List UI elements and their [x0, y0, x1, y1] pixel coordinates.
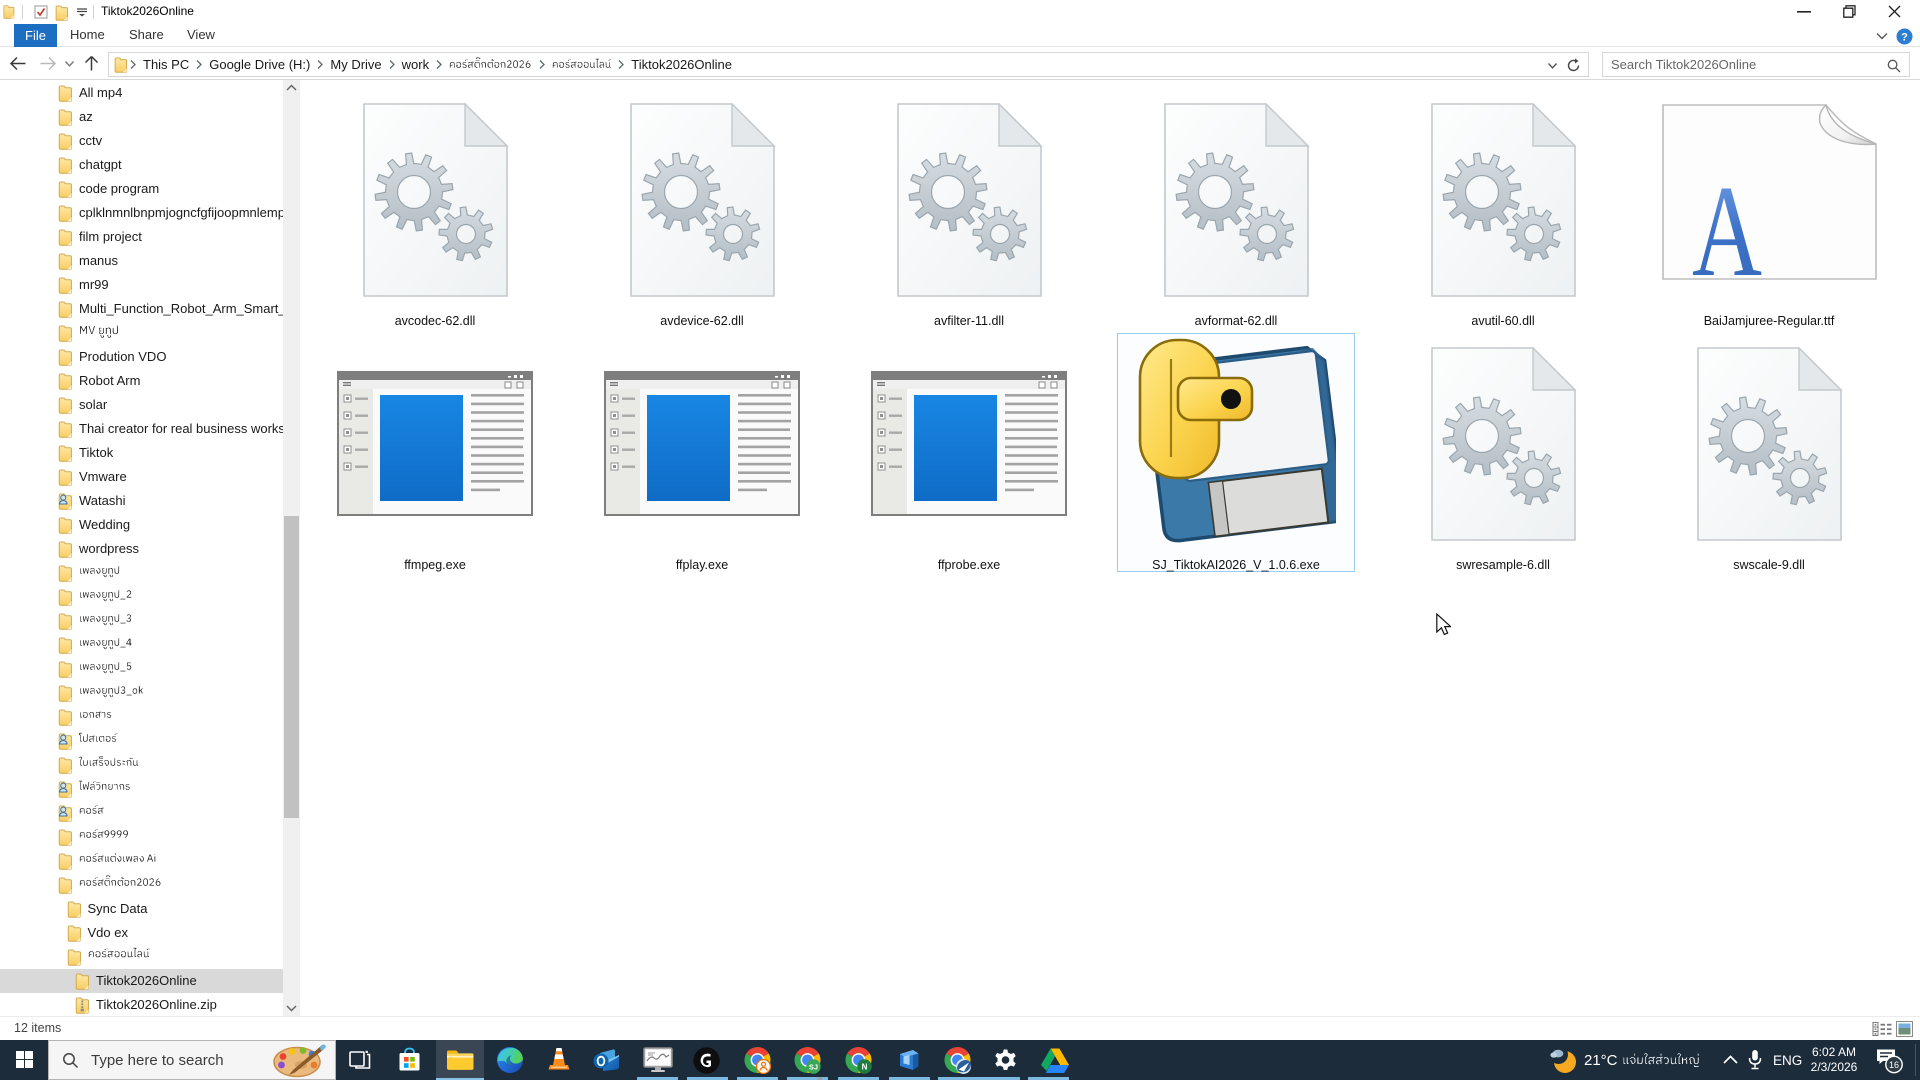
- svg-text:16: 16: [1889, 1060, 1899, 1070]
- svg-text:N: N: [862, 1062, 868, 1071]
- svg-text:?: ?: [1901, 32, 1908, 44]
- svg-text:SJ: SJ: [809, 1062, 818, 1071]
